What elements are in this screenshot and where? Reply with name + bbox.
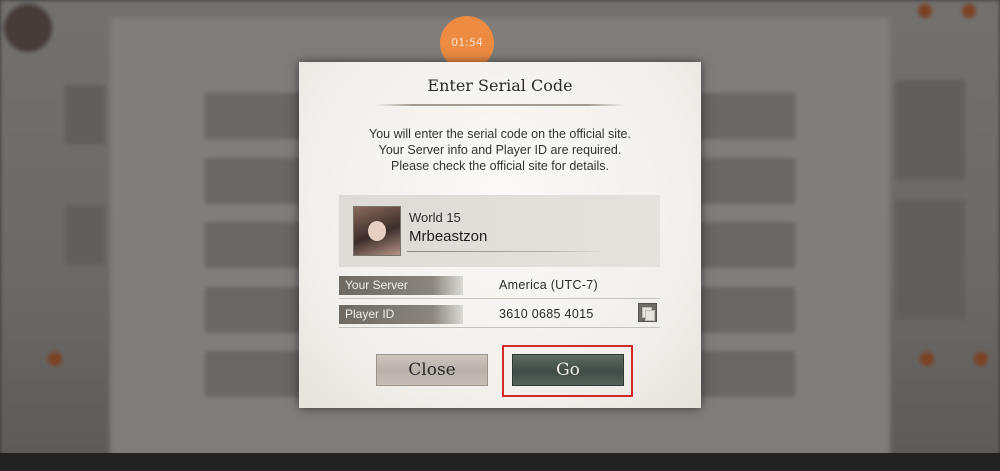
player-name-divider — [407, 251, 607, 252]
player-world: World 15 — [409, 210, 461, 225]
player-card: World 15 Mrbeastzon — [339, 195, 660, 267]
dialog-title: Enter Serial Code — [427, 76, 573, 95]
server-label: Your Server — [339, 276, 463, 295]
message-line: You will enter the serial code on the of… — [369, 127, 631, 141]
serial-code-dialog: Enter Serial Code You will enter the ser… — [299, 62, 701, 408]
server-row: Your Server America (UTC-7) — [339, 276, 660, 299]
title-divider — [375, 104, 625, 106]
player-id-row: Player ID 3610 0685 4015 — [339, 303, 660, 328]
player-avatar — [353, 206, 401, 256]
message-line: Please check the official site for detai… — [391, 159, 609, 173]
copy-icon[interactable] — [638, 303, 657, 322]
player-name: Mrbeastzon — [409, 228, 488, 245]
copy-icon-sheet — [645, 310, 655, 321]
close-button[interactable]: Close — [376, 354, 488, 386]
player-id-label: Player ID — [339, 305, 463, 324]
player-id-value: 3610 0685 4015 — [499, 307, 594, 321]
avatar-face — [368, 221, 386, 241]
bottom-bar — [0, 453, 1000, 471]
server-value: America (UTC-7) — [499, 278, 598, 292]
dialog-message: You will enter the serial code on the of… — [319, 126, 681, 174]
go-button-highlight — [502, 345, 633, 397]
message-line: Your Server info and Player ID are requi… — [378, 143, 622, 157]
